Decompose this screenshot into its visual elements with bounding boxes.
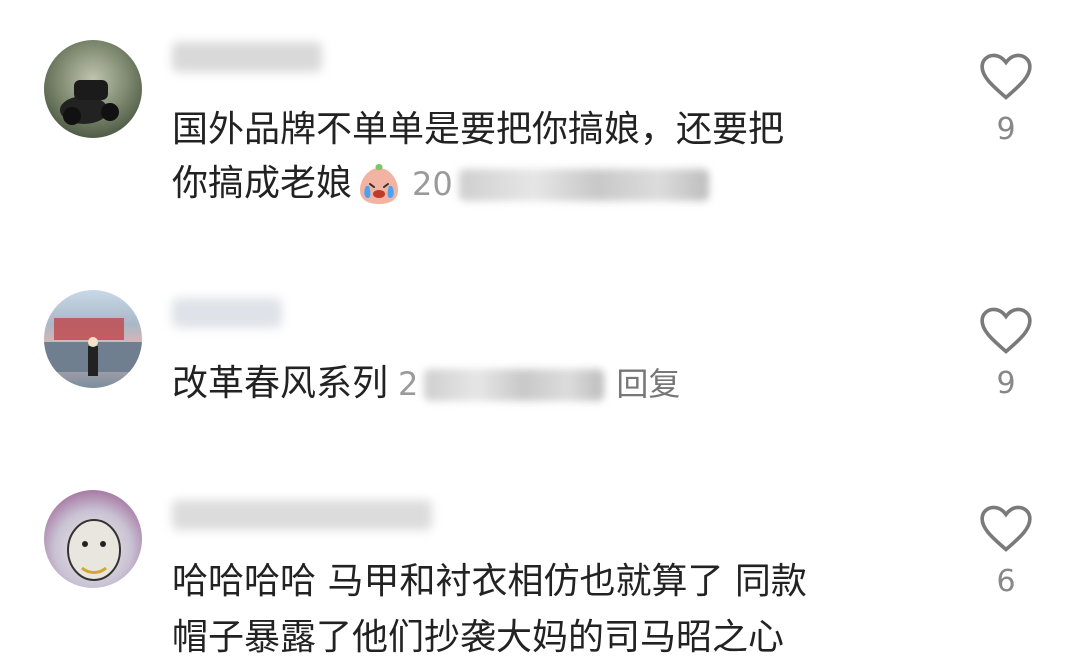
comment-text: 改革春风系列 2 回复	[172, 363, 681, 404]
avatar[interactable]	[44, 490, 142, 588]
reply-button[interactable]: 回复	[616, 365, 680, 403]
comment-time-blurred	[458, 169, 709, 201]
comment-time-blurred	[424, 369, 605, 401]
comment-text: 哈哈哈哈 马甲和衬衣相仿也就算了 同款	[172, 561, 807, 602]
avatar[interactable]	[44, 290, 142, 388]
comment-text: 帽子暴露了他们抄袭大妈的司马昭之心	[172, 617, 785, 658]
username[interactable]: user	[172, 298, 282, 328]
like-count: 9	[996, 366, 1016, 401]
like-button[interactable]: 9	[976, 306, 1036, 401]
like-button[interactable]: 6	[976, 504, 1036, 599]
comment-text: 你搞成老娘 20	[172, 158, 709, 210]
like-count: 9	[996, 112, 1016, 147]
comment-time: 2	[398, 365, 419, 403]
like-count: 6	[996, 564, 1016, 599]
username[interactable]: user	[172, 42, 322, 72]
like-button[interactable]: 9	[976, 52, 1036, 147]
avatar[interactable]	[44, 40, 142, 138]
comment-text: 国外品牌不单单是要把你搞娘，还要把	[172, 109, 785, 150]
heart-icon	[980, 53, 1032, 100]
heart-icon	[980, 505, 1032, 552]
heart-icon	[980, 307, 1032, 354]
crying-laugh-emoji-icon	[356, 162, 402, 208]
username[interactable]: user	[172, 500, 432, 530]
comment-time: 20	[412, 165, 453, 203]
